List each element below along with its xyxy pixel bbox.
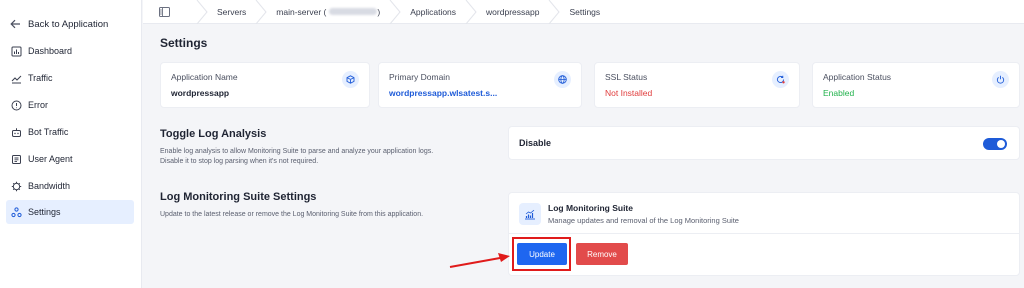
power-icon (992, 71, 1009, 88)
globe-icon (554, 71, 571, 88)
breadcrumb: Servers main-server ( ) Applications wor… (143, 0, 1024, 24)
traffic-icon (10, 72, 22, 84)
analytics-icon (519, 203, 541, 225)
breadcrumb-separator (254, 0, 268, 24)
toggle-log-heading: Toggle Log Analysis (160, 128, 267, 140)
ssl-refresh-icon (772, 71, 789, 88)
app-name-card: Application Name wordpressapp (160, 62, 370, 108)
toggle-knob (997, 140, 1005, 148)
breadcrumb-separator (547, 0, 561, 24)
bandwidth-icon (10, 180, 22, 192)
app-status-card: Application Status Enabled (812, 62, 1020, 108)
lms-card-title: Log Monitoring Suite (548, 203, 633, 213)
primary-domain-link[interactable]: wordpressapp.wlsatest.s... (389, 88, 497, 98)
arrow-left-icon (10, 19, 22, 29)
primary-domain-card: Primary Domain wordpressapp.wlsatest.s..… (378, 62, 582, 108)
sidebar-item-label: Traffic (28, 73, 53, 83)
app-status-value: Enabled (823, 88, 855, 98)
sidebar-item-label: User Agent (28, 154, 73, 164)
breadcrumb-separator (388, 0, 402, 24)
card-label: Primary Domain (389, 72, 450, 82)
bot-icon (10, 126, 22, 138)
sidebar-item-label: Settings (28, 207, 61, 217)
card-label: Application Status (823, 72, 892, 82)
log-analysis-toggle-card: Disable (508, 126, 1020, 160)
sidebar-item-label: Dashboard (28, 46, 73, 56)
sidebar-item-label: Bandwidth (28, 181, 71, 191)
sidebar-item-traffic[interactable]: Traffic (6, 66, 134, 90)
sidebar-item-dashboard[interactable]: Dashboard (6, 39, 134, 63)
app-name-value: wordpressapp (171, 88, 230, 98)
sidebar-toggle-icon[interactable] (159, 6, 171, 17)
toggle-log-desc-line1: Enable log analysis to allow Monitoring … (160, 148, 434, 155)
back-label: Back to Application (28, 18, 109, 30)
breadcrumb-wordpressapp[interactable]: wordpressapp (486, 0, 539, 24)
update-button[interactable]: Update (517, 243, 567, 265)
sidebar-item-error[interactable]: Error (6, 93, 134, 117)
error-icon (10, 99, 22, 111)
sidebar: Back to Application Dashboard Traffic Er… (0, 0, 142, 288)
remove-button[interactable]: Remove (576, 243, 628, 265)
sidebar-item-user-agent[interactable]: User Agent (6, 147, 134, 171)
lms-card-subtitle: Manage updates and removal of the Log Mo… (548, 216, 739, 225)
ssl-status-card: SSL Status Not Installed (594, 62, 800, 108)
redacted-ip (329, 8, 378, 15)
page-title: Settings (160, 36, 208, 50)
breadcrumb-applications[interactable]: Applications (410, 0, 456, 24)
user-agent-icon (10, 153, 22, 165)
breadcrumb-main-server-suffix: ) (377, 6, 381, 17)
toggle-log-desc-line2: Disable it to stop log parsing when it's… (160, 158, 319, 165)
toggle-label: Disable (519, 138, 552, 148)
sidebar-item-bandwidth[interactable]: Bandwidth (6, 174, 134, 198)
chart-bar-icon (10, 45, 22, 57)
log-analysis-toggle[interactable] (983, 138, 1007, 150)
lms-settings-desc: Update to the latest release or remove t… (160, 211, 424, 218)
breadcrumb-servers[interactable]: Servers (217, 0, 246, 24)
breadcrumb-settings: Settings (569, 6, 601, 17)
breadcrumb-separator (195, 0, 209, 24)
sidebar-item-label: Error (28, 100, 48, 110)
settings-icon (10, 206, 22, 218)
card-label: SSL Status (605, 72, 648, 82)
sidebar-item-label: Bot Traffic (28, 127, 69, 137)
breadcrumb-separator (464, 0, 478, 24)
red-arrow-annotation (449, 253, 510, 268)
breadcrumb-main-server-label: main-server ( (276, 6, 327, 17)
sidebar-item-bot-traffic[interactable]: Bot Traffic (6, 120, 134, 144)
breadcrumb-main-server[interactable]: main-server ( ) (276, 0, 380, 24)
cube-icon (342, 71, 359, 88)
ssl-status-value: Not Installed (605, 88, 653, 98)
sidebar-item-settings[interactable]: Settings (6, 200, 134, 224)
lms-settings-heading: Log Monitoring Suite Settings (160, 191, 317, 203)
divider (509, 233, 1019, 234)
card-label: Application Name (171, 72, 238, 82)
back-to-application-link[interactable]: Back to Application (10, 16, 108, 32)
